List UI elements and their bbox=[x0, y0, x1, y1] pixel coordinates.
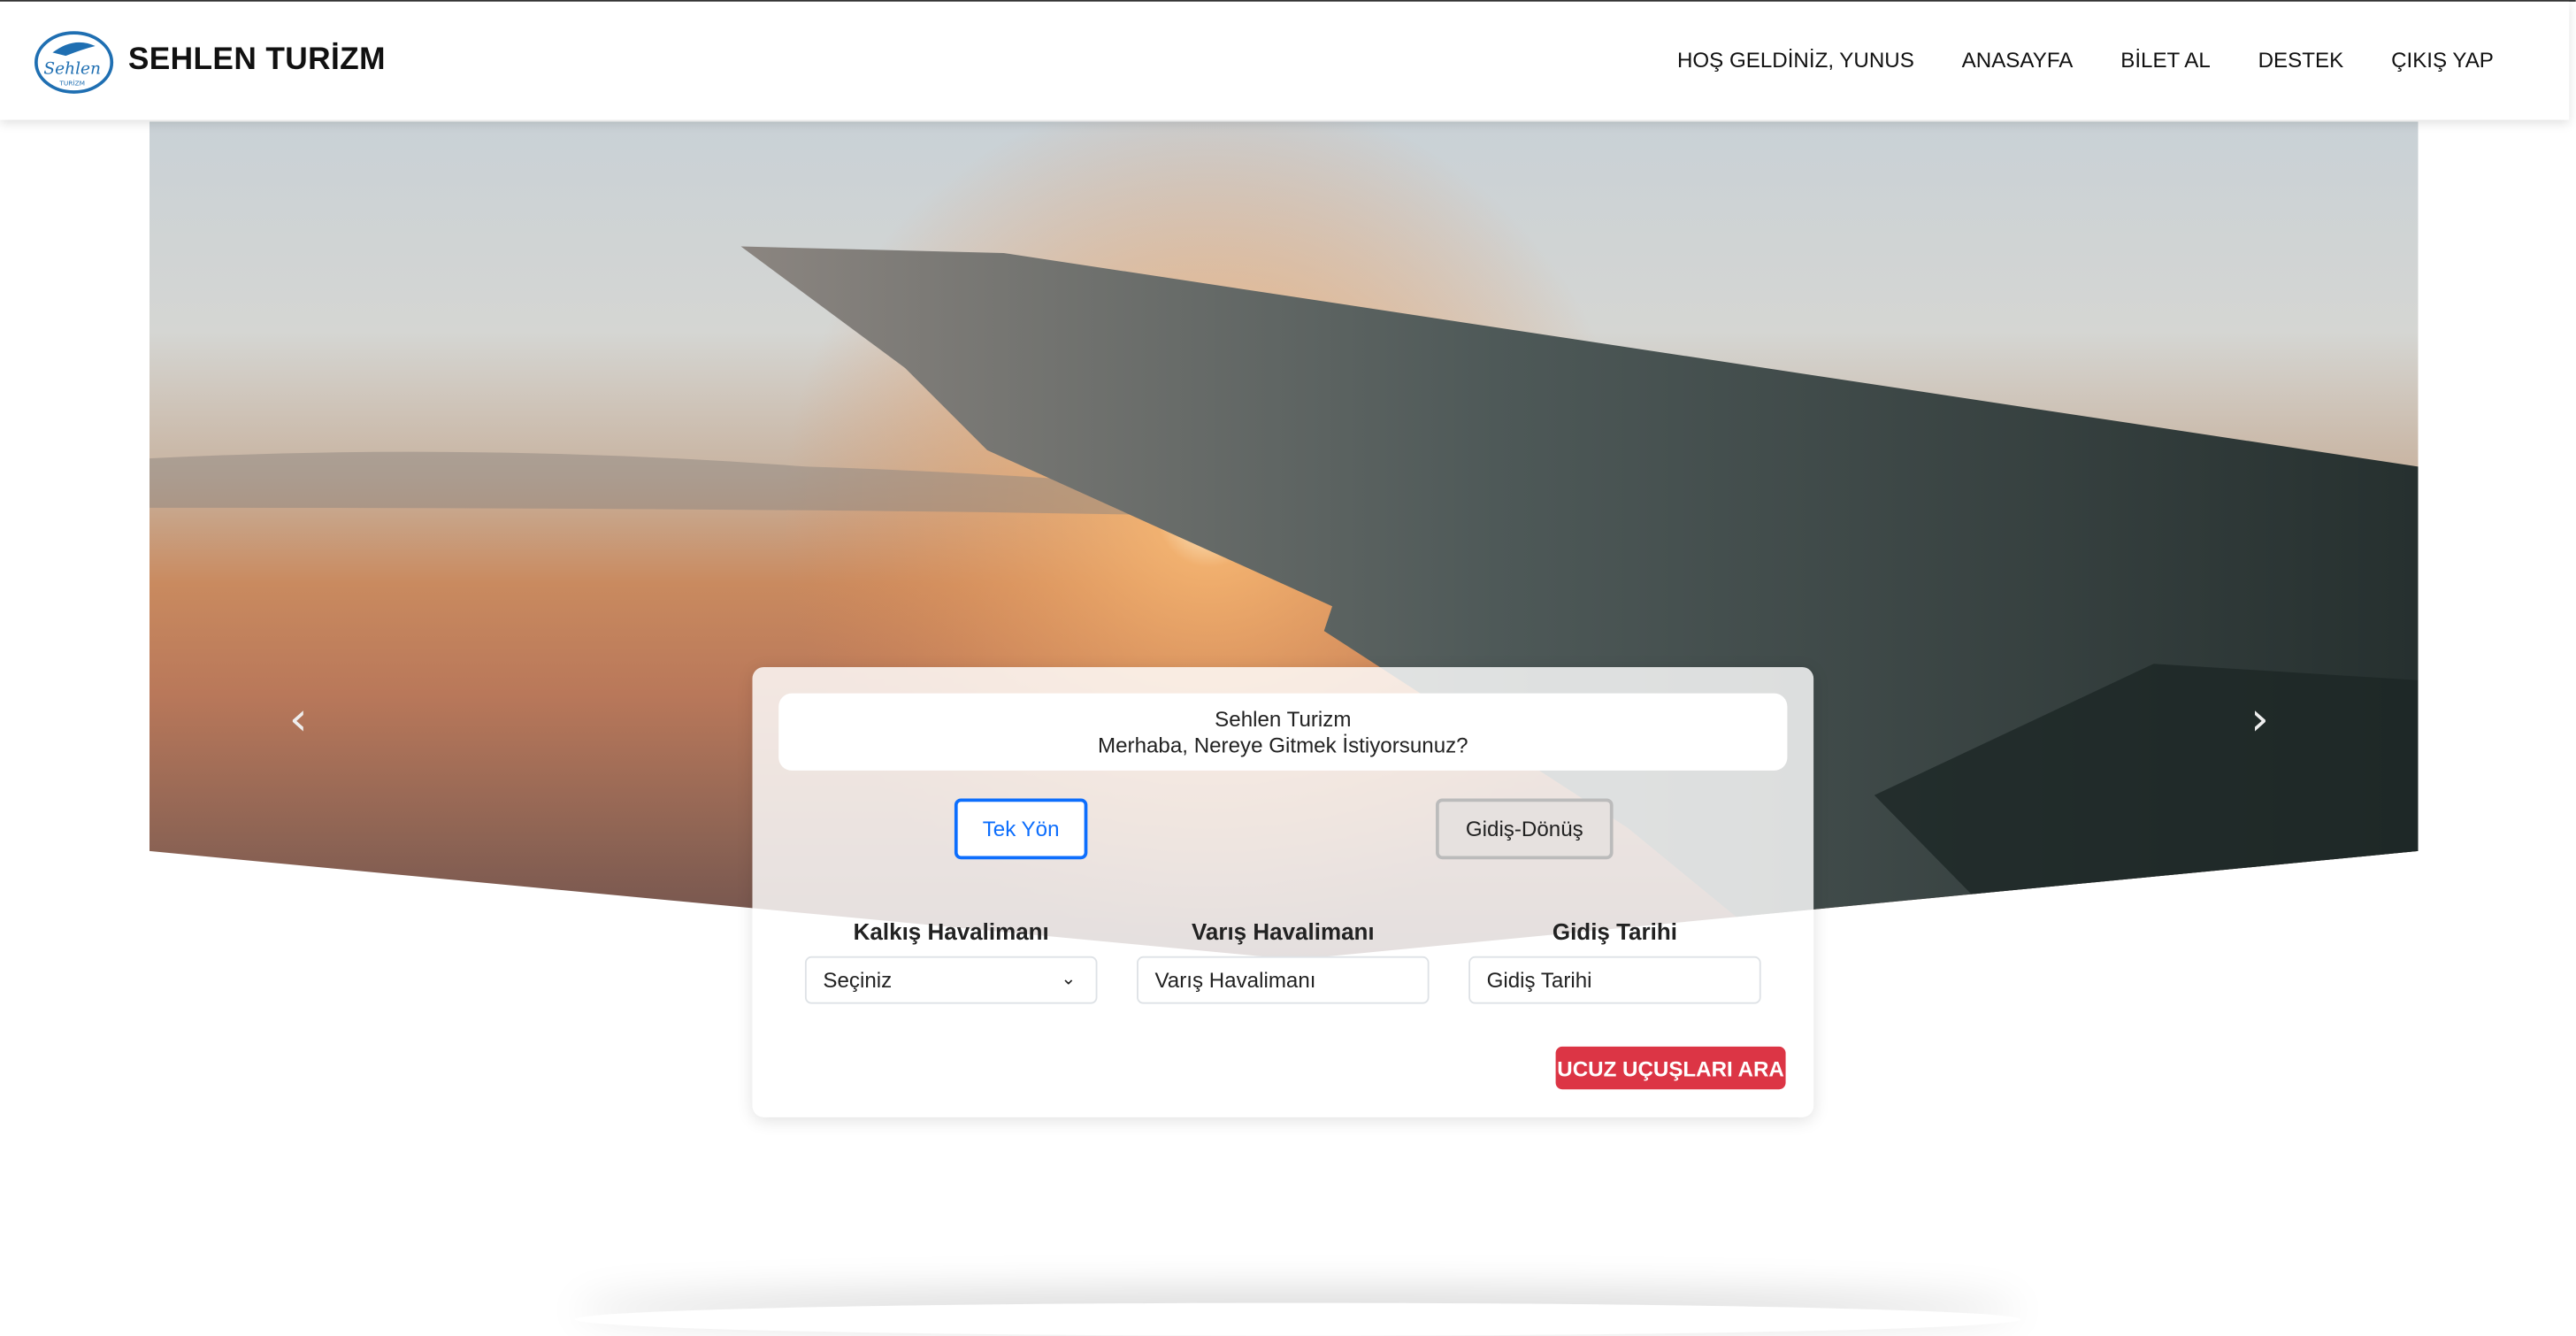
svg-text:Sehlen: Sehlen bbox=[43, 60, 101, 79]
navbar: Sehlen TURİZM SEHLEN TURİZM HOŞ GELDİNİZ… bbox=[0, 1, 2570, 120]
carousel-prev-button[interactable]: ‹ bbox=[289, 692, 308, 746]
nav-logout[interactable]: ÇIKIŞ YAP bbox=[2391, 48, 2494, 73]
greeting-subtitle: Merhaba, Nereye Gitmek İstiyorsunuz? bbox=[1097, 733, 1468, 758]
carousel-next-button[interactable]: › bbox=[2250, 692, 2269, 746]
one-way-button[interactable]: Tek Yön bbox=[954, 798, 1088, 860]
greeting-title: Sehlen Turizm bbox=[1215, 706, 1352, 732]
arrival-input[interactable]: Varış Havalimanı bbox=[1137, 956, 1430, 1004]
departure-select[interactable]: Seçiniz ⌄ bbox=[804, 956, 1098, 1004]
nav-home[interactable]: ANASAYFA bbox=[1962, 48, 2074, 73]
date-input[interactable]: Gidiş Tarihi bbox=[1468, 956, 1761, 1004]
date-label: Gidiş Tarihi bbox=[1552, 918, 1677, 945]
departure-value: Seçiniz bbox=[823, 967, 893, 993]
logo[interactable]: Sehlen TURİZM bbox=[33, 29, 115, 95]
nav-menu: HOŞ GELDİNİZ, YUNUS ANASAYFA BİLET AL DE… bbox=[1677, 48, 2494, 73]
brand-title[interactable]: SEHLEN TURİZM bbox=[128, 42, 386, 79]
search-flights-button[interactable]: UCUZ UÇUŞLARI ARA bbox=[1555, 1046, 1786, 1090]
round-trip-button[interactable]: Gidiş-Dönüş bbox=[1436, 798, 1614, 860]
arrival-placeholder: Varış Havalimanı bbox=[1154, 967, 1316, 993]
chevron-down-icon: ⌄ bbox=[1061, 969, 1077, 989]
nav-welcome[interactable]: HOŞ GELDİNİZ, YUNUS bbox=[1677, 48, 1914, 73]
departure-label: Kalkış Havalimanı bbox=[853, 918, 1049, 945]
flight-search-card: Sehlen Turizm Merhaba, Nereye Gitmek İst… bbox=[752, 666, 1814, 1117]
page: Sehlen TURİZM SEHLEN TURİZM HOŞ GELDİNİZ… bbox=[0, 0, 2576, 1311]
chevron-right-icon: › bbox=[2250, 691, 2269, 747]
nav-support[interactable]: DESTEK bbox=[2258, 48, 2344, 73]
arrival-label: Varış Havalimanı bbox=[1191, 918, 1375, 945]
date-placeholder: Gidiş Tarihi bbox=[1486, 967, 1592, 993]
svg-text:TURİZM: TURİZM bbox=[58, 80, 85, 88]
nav-buy-ticket[interactable]: BİLET AL bbox=[2120, 48, 2211, 73]
chevron-left-icon: ‹ bbox=[288, 691, 308, 747]
section-shadow bbox=[575, 1303, 2020, 1336]
greeting-box: Sehlen Turizm Merhaba, Nereye Gitmek İst… bbox=[778, 693, 1788, 771]
